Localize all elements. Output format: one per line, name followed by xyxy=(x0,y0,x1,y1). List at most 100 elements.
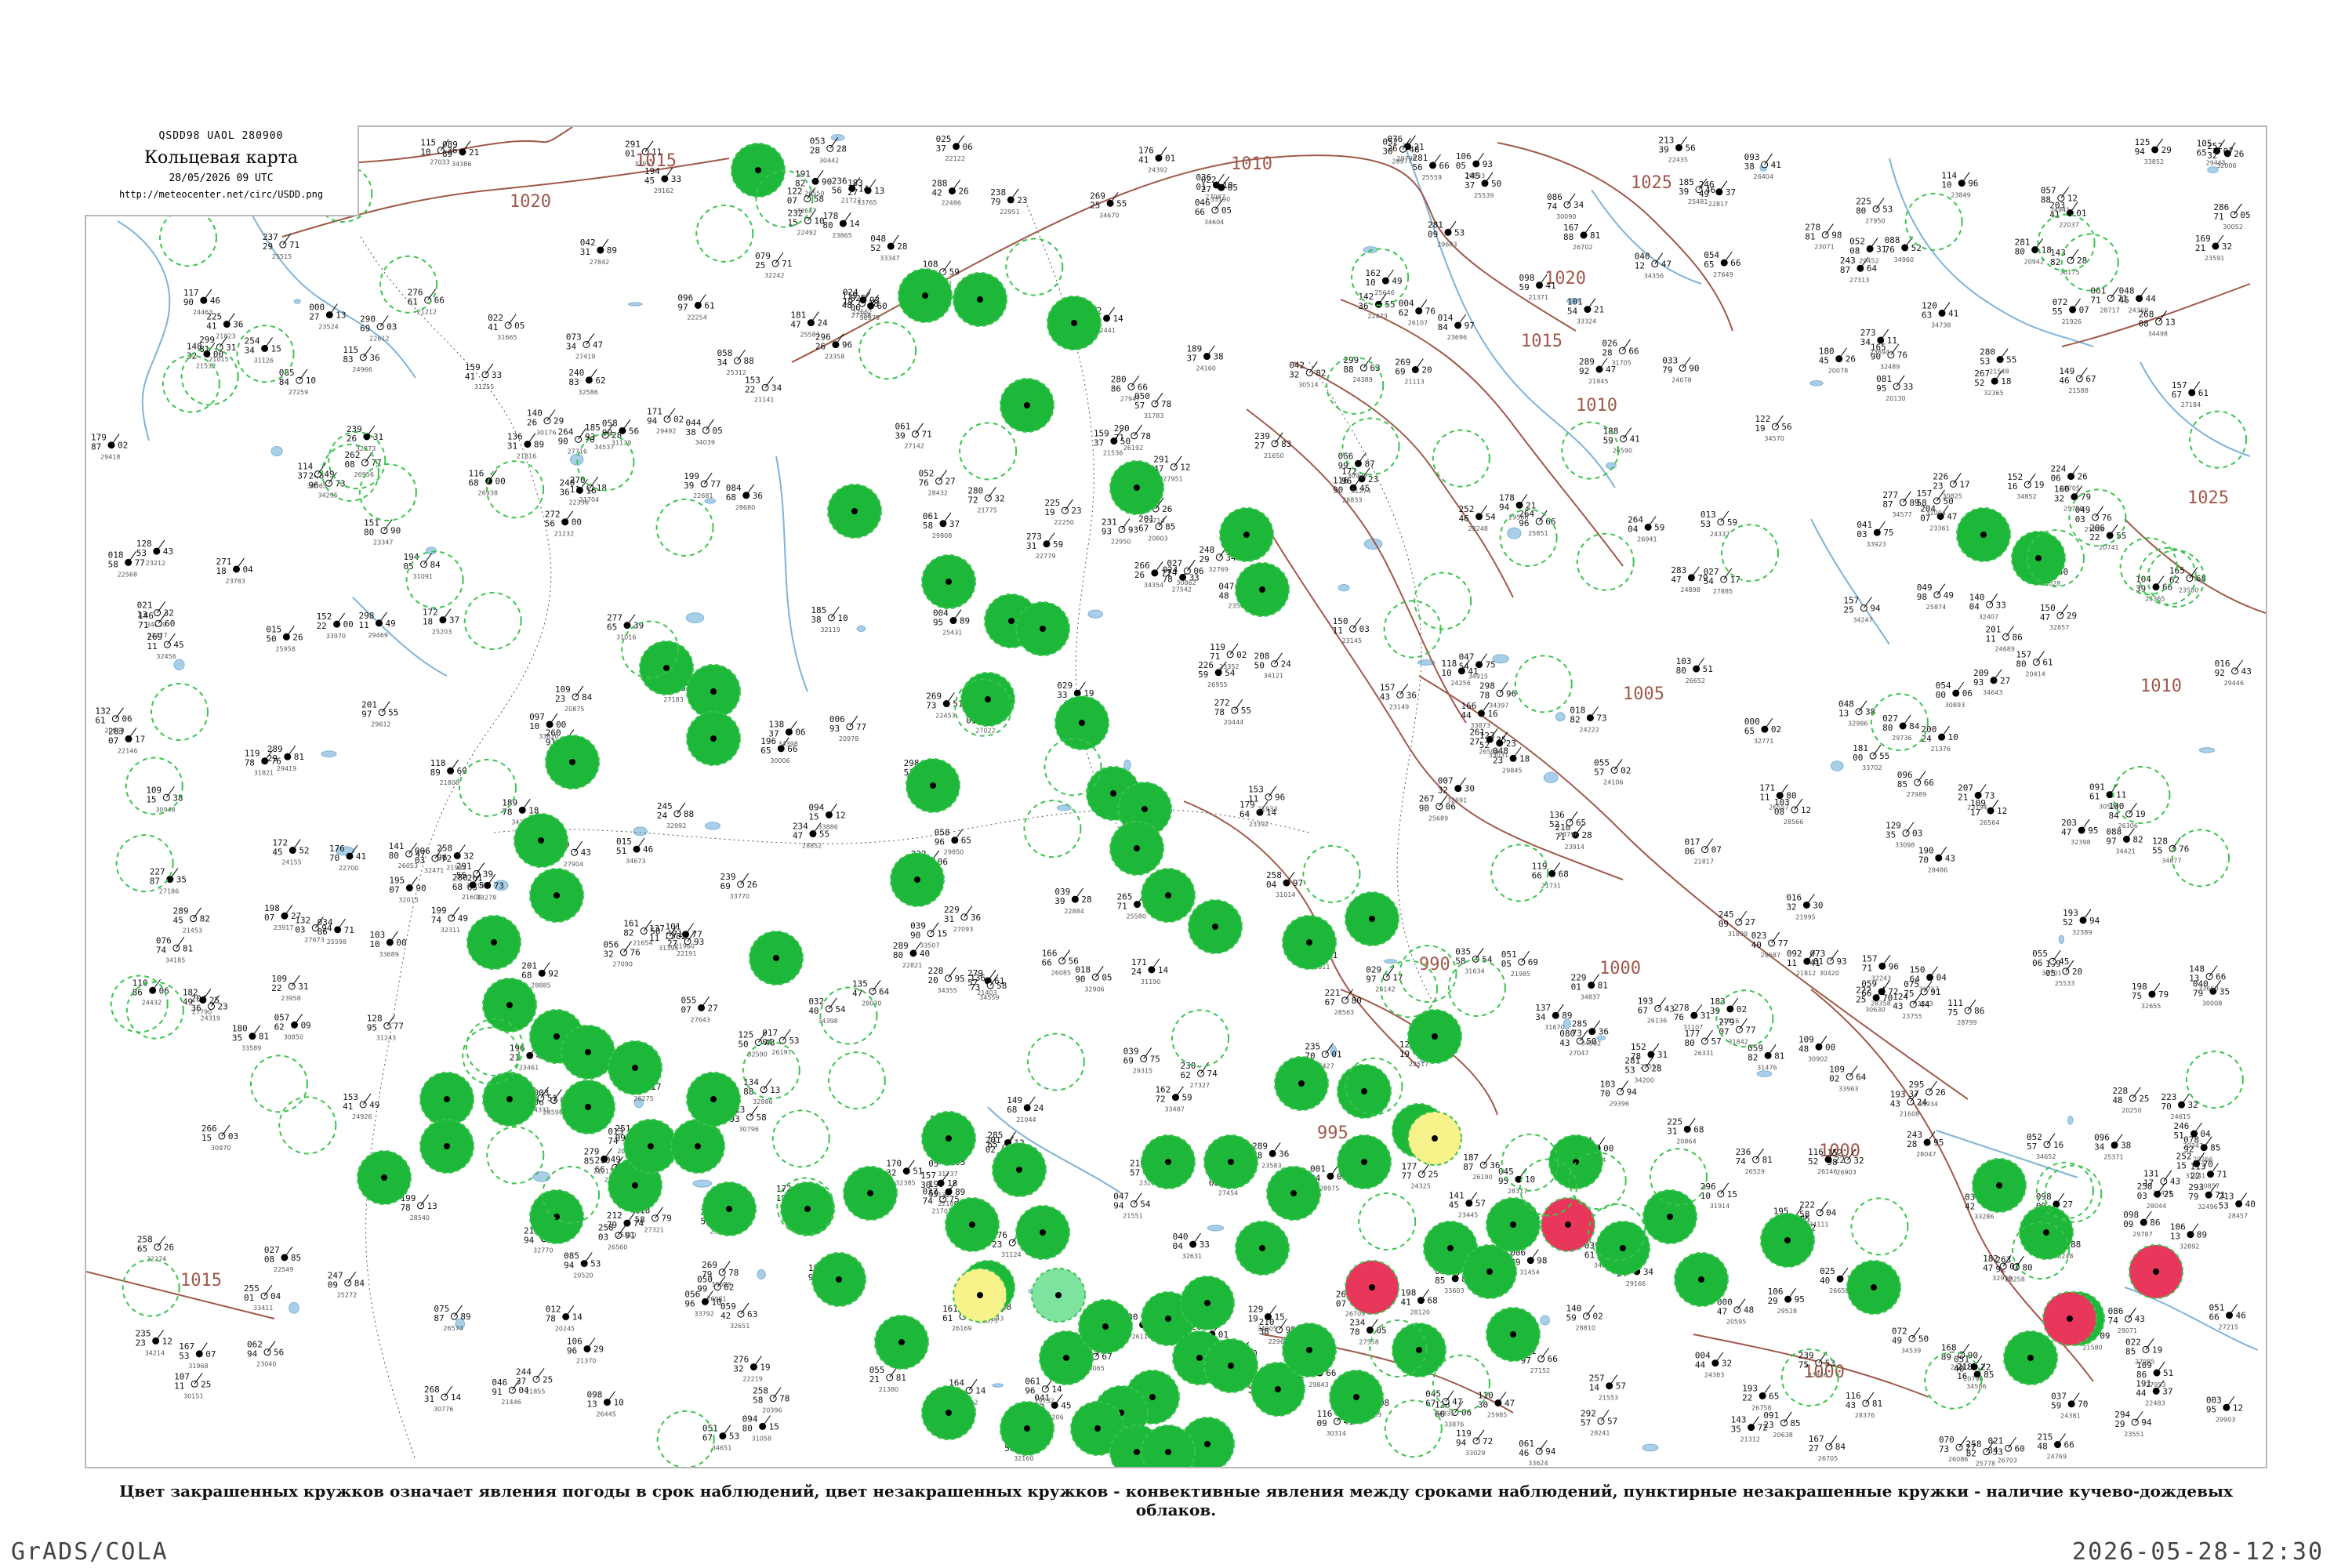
station-value: 84 xyxy=(582,692,593,702)
station-value: 00 xyxy=(1825,1042,1835,1052)
station-value: 44 xyxy=(1919,1000,1930,1010)
station-value: 25 xyxy=(755,260,765,270)
station-plot: 08594 5320520 xyxy=(564,1251,601,1279)
cloud-cover-icon xyxy=(200,296,208,304)
cloud-cover-icon xyxy=(887,242,895,250)
station-value: 15 xyxy=(937,929,947,939)
station-name: 23392 xyxy=(1249,821,1269,828)
cloud-cover-icon xyxy=(826,144,834,152)
station-plot: 28671 0530052 xyxy=(2213,202,2250,230)
station-value: 34 xyxy=(1643,1267,1654,1277)
station-plot: 08468 3628680 xyxy=(726,483,763,511)
station-value: 10 xyxy=(306,376,316,386)
station-value: 98 xyxy=(1831,230,1842,241)
station-name: 21945 xyxy=(1588,378,1608,385)
station-value: 09 xyxy=(1719,919,1729,929)
station-value: 25 xyxy=(2139,1094,2149,1104)
station-value: 14 xyxy=(1589,1383,1600,1393)
cloud-cover-icon xyxy=(663,665,670,671)
station-value: 22 xyxy=(745,384,755,394)
station-name: 31004 xyxy=(1926,510,1945,517)
station-plot: 24524 8832992 xyxy=(657,801,694,829)
station-name: 34852 xyxy=(2016,493,2036,500)
station-value: 78 xyxy=(401,1203,411,1213)
station-name: 27649 xyxy=(1713,271,1733,278)
station-plot: 13488 1332886 xyxy=(743,1077,780,1105)
station-value: 38 xyxy=(1865,707,1875,717)
station-name: 20875 xyxy=(564,706,584,713)
cumulonimbus-dashed-circle xyxy=(819,986,878,1045)
station-value: 06 xyxy=(2051,474,2061,484)
station-value: 71 xyxy=(1862,963,1872,973)
station-value: 86 xyxy=(1974,1006,1984,1016)
station-value: 81 xyxy=(896,1373,906,1383)
station-plot: 00732 3032691 xyxy=(1438,776,1475,804)
station-plot: 26496 6625851 xyxy=(1519,509,1555,537)
station-value: 32 xyxy=(2207,151,2217,161)
station-value: 69 xyxy=(1123,1055,1134,1065)
station-value: 94 xyxy=(2089,916,2100,926)
station-value: 46 xyxy=(643,844,653,855)
station-value: 90 xyxy=(183,297,194,307)
station-plot: 29069 0322612 xyxy=(360,314,397,343)
station-value: 70 xyxy=(2078,1399,2088,1410)
station-value: 94 xyxy=(1456,1438,1467,1448)
station-name: 22681 xyxy=(693,492,713,499)
cloud-cover-icon xyxy=(1275,1386,1281,1392)
station-value: 76 xyxy=(1674,1012,1684,1022)
lake xyxy=(685,612,705,623)
station-name: 33886 xyxy=(818,823,837,830)
station-value: 35 xyxy=(1886,830,1896,840)
station-name: 29612 xyxy=(371,721,390,728)
station-value: 00 xyxy=(495,477,506,487)
station-value: 53 xyxy=(179,1351,189,1361)
station-name: 28376 xyxy=(1855,1412,1875,1419)
station-value: 10 xyxy=(837,613,848,623)
station-value: 26 xyxy=(958,187,968,197)
station-value: 45 xyxy=(2059,956,2069,967)
station-plot: 17641 0124392 xyxy=(1138,146,1175,174)
station-name: 20857 xyxy=(2199,1183,2219,1190)
station-plot: 19939 7722681 xyxy=(684,471,720,499)
station-value: 06 xyxy=(963,142,973,152)
station-plot: 27632 1922219 xyxy=(733,1355,770,1383)
station-value: 62 xyxy=(595,376,605,386)
station-value: 79 xyxy=(2081,492,2091,503)
station-value: 92 xyxy=(1579,366,1589,376)
station-value: 10 xyxy=(1700,1191,1711,1201)
station-value: 38 xyxy=(685,427,695,437)
cloud-cover-icon xyxy=(585,1049,591,1055)
station-value: 78 xyxy=(1141,431,1151,441)
station-value: 93 xyxy=(1973,677,1984,688)
cloud-cover-icon xyxy=(695,1143,701,1149)
station-name: 20942 xyxy=(2024,259,2044,266)
station-value: 96 xyxy=(935,837,945,848)
station-value: 28 xyxy=(1907,1139,1917,1149)
station-plot: 06158 3729808 xyxy=(923,511,960,539)
station-plot: 26973 5122453 xyxy=(926,691,963,720)
station-value: 55 xyxy=(2053,307,2063,317)
station-name: 32701 xyxy=(2042,970,2061,977)
cloud-cover-icon xyxy=(946,1135,952,1142)
station-plot: 24328 9528047 xyxy=(1907,1130,1944,1158)
cloud-cover-icon xyxy=(1204,1300,1210,1306)
station-value: 03 xyxy=(2137,1191,2147,1201)
station-plot: 05942 6332651 xyxy=(720,1301,757,1330)
station-value: 21 xyxy=(469,147,479,158)
station-name: 26903 xyxy=(1836,1169,1856,1176)
station-plot: 14004 3332407 xyxy=(1969,592,2006,620)
station-value: 49 xyxy=(458,913,468,924)
station-name: 26142 xyxy=(1375,985,1395,993)
cloud-cover-icon xyxy=(1110,790,1116,797)
station-name: 21213 xyxy=(593,1167,613,1174)
station-name: 22492 xyxy=(797,230,816,237)
station-value: 90 xyxy=(1419,804,1429,814)
station-value: 59 xyxy=(1566,1313,1576,1323)
station-plot: 26615 0330970 xyxy=(201,1123,238,1152)
station-value: 11 xyxy=(649,933,659,943)
cloud-cover-icon xyxy=(1149,1394,1156,1400)
station-plot: 22820 9534355 xyxy=(927,966,964,994)
station-plot: 20024 1021376 xyxy=(1922,724,1958,753)
station-value: 89 xyxy=(460,1312,470,1322)
station-name: 32119 xyxy=(820,626,840,633)
